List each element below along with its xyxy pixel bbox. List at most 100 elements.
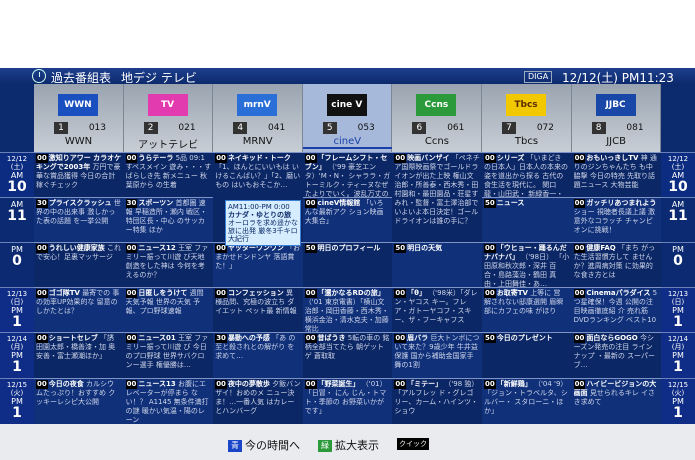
slot-hour: 0 — [12, 253, 22, 269]
program-title: うらテーラ — [138, 154, 174, 162]
program-cell[interactable]: 00 コンフェッション 異 様品問、究極の波立ち ダイエット ペット最 新情報 — [213, 287, 303, 332]
program-cell[interactable]: 00 日匿しをうけて 週間 天気予報 世界の天気 予報、プロ野球速報 — [123, 287, 214, 332]
program-minute: 00 — [573, 380, 586, 389]
program-minute: 00 — [394, 334, 407, 343]
program-title: 「新鮮鶏」 — [496, 380, 532, 388]
program-title: 面白ならGOGO — [586, 334, 638, 342]
program-minute: 00 — [304, 289, 317, 298]
program-title: ゴゴ隊TV — [48, 289, 80, 297]
epg-screen: 過去番組表 地デジ テレビ DIGA 12/12(土) PM11:23 WWN … — [0, 68, 695, 460]
time-slot: 12/12 (土) AM 10 — [0, 152, 34, 197]
program-cell[interactable]: 30 プライスクラッシュ 世界の中の出来事 激しかった表の話題 を一挙公開 — [34, 197, 124, 242]
program-title: 暴動への予感 — [227, 334, 270, 342]
program-cell[interactable]: 00 激知りアワー カラオケキングで2003年 万円で豪華な賞品獲得 今日の合計稼… — [34, 152, 124, 197]
blue-key-icon: 青 — [228, 440, 242, 452]
channel-sub-number: 021 — [178, 123, 196, 133]
slot-hour: 10 — [7, 179, 27, 195]
program-cell[interactable]: 50 ニュース — [482, 197, 572, 242]
channel-5[interactable]: cine V 5 053 cineV — [302, 84, 393, 152]
program-minute: 00 — [125, 380, 138, 389]
program-cell[interactable]: 00 ガッチリあつまれよう ショー 視聴者長議上議 激 意外なコラッチ チャンピオ… — [571, 197, 662, 242]
program-minute: 00 — [36, 334, 48, 343]
quick-button[interactable]: クイック — [397, 438, 429, 450]
program-title: 「θ」 — [407, 289, 426, 297]
program-cell[interactable]: 00 ニュース13 お腹にエレベーターが停まら ない！？ A1145 無条件満打の… — [123, 378, 214, 424]
program-minute: 00 — [36, 154, 48, 163]
slot-hour: 11 — [668, 208, 688, 224]
program-cell[interactable]: 00 「フレームシフト・セブン」 （'99 豪芝エンタ）'M・N・ シャララ・ガト… — [302, 152, 393, 197]
program-cell[interactable]: 00 昔ばうき 5転の車の 銘柄全部当てたら 朝ゲット ゲ 蒼取取 — [302, 332, 393, 378]
popup-time: AM11:00-PM 0:00 — [228, 203, 290, 211]
program-cell[interactable]: 00 Cinemaパラダイス 5つ星確保！今週 公開の注目映画徹底紹 介 売れ筋D… — [571, 287, 662, 332]
channel-column: 00 シリーズ 「いまどき の日本人」日本人の本来の姿を道出から探る 古代の食生活… — [482, 152, 572, 424]
program-cell[interactable]: 00 お取寄TV 上等に 営 解されない邸康選開 眉瞬部にカフェの味 がほり — [482, 287, 572, 332]
program-cell[interactable]: 00 夜中の夢散歩 夕飯バンザイ！おめのメ ニュー決ま！…一番人気 はカレーとハン… — [213, 378, 303, 424]
channel-number: 7 — [502, 122, 516, 134]
now-time-button[interactable]: 青今の時間へ — [228, 437, 300, 453]
program-cell[interactable]: 00 ヤッターワンワン 「おまかせドンドンヤ 落語賞た！」 — [213, 242, 303, 287]
program-minute: 00 — [36, 289, 48, 298]
program-title: Cinemaパラダイス — [586, 289, 651, 297]
program-title: コンフェッション — [227, 289, 284, 297]
program-title: ショートセレブ — [48, 334, 98, 342]
program-cell[interactable]: 00 ショートセレブ 「誘 田園太郎・橋善漆・加 奥安善・富士瀬潮ほか」 — [34, 332, 124, 378]
zoom-view-button[interactable]: 緑拡大表示 — [318, 437, 379, 453]
program-cell[interactable]: 00 「θ」 （'98米）「ダレン・ヤコス キー。フレア・ガトーヤコフ・スキー、ザ… — [392, 287, 482, 332]
program-minute: 00 — [215, 289, 227, 298]
channel-number: 8 — [591, 122, 606, 134]
program-cell[interactable]: 00 今日の夜食 カルシウ ムたっぷり！おすすめ クッキーレシピ大公開 — [34, 378, 124, 424]
program-cell[interactable]: 00 おもいっきしTV 神 通りのジンちゃんたち も中脇撃 今日の特売 先取り話題… — [571, 152, 662, 197]
program-minute: 50 — [394, 244, 407, 253]
program-minute: 00 — [304, 334, 317, 343]
program-cell[interactable]: 00 シリーズ 「いまどき の日本人」日本人の本来の姿を道出から探る 古代の食生活… — [482, 152, 572, 197]
program-cell[interactable]: 00 「野菜誕生」 （'01）「日冒・ にん じん・トマト・季節の お野菜いかがで… — [302, 378, 393, 424]
program-cell[interactable]: 00 面白ならGOGO 今シーズン発売の注目 ラインナップ ・最新の スーパーブ… — [571, 332, 662, 378]
program-cell[interactable]: 00 映画バンザイ 「ペネチア国際映画祭でゴールドライオンが出た上映 権山文治郎・… — [392, 152, 482, 242]
program-cell[interactable]: 00 ニュース12 王室 ファミリー振って川遊 び天地創造をした神は 今何を考える… — [123, 242, 214, 287]
program-cell[interactable]: 00 ハイビービジョンの大 画面 見せられるキレ イさき求めて — [571, 378, 662, 424]
program-minute: 00 — [573, 154, 586, 163]
channel-4[interactable]: mrnV 4 041 MRNV — [213, 84, 303, 152]
program-cell[interactable]: 00 cineV情報館 「いろんな最新アク ション映画大集合」 — [302, 197, 393, 242]
program-cell[interactable]: 00 「新鮮鶏」 （'04 '9） 「ジョン・トラベルタ、シルバー・ スタローニ・… — [482, 378, 572, 424]
program-minute: 00 — [125, 289, 138, 298]
program-minute: 30 — [125, 199, 138, 208]
program-desc: ショー 視聴者長議上議 激 意外なコラッチ チャンピオンに挑戦！ — [573, 208, 656, 234]
mrnv-logo-icon: mrnV — [237, 94, 278, 116]
program-cell[interactable]: 50 明日の天気 — [392, 242, 482, 287]
channel-7[interactable]: Tbcs 7 072 Tbcs — [482, 84, 572, 152]
program-title: うれしい健康家族 — [48, 244, 105, 252]
program-cell[interactable]: 00 健康FAQ 「まち がった生活習慣方して ませんか？進周病対策 に効果的な食… — [571, 242, 662, 287]
program-cell[interactable]: 50 明日のプロフィール — [302, 242, 393, 287]
program-title: 今日の夜食 — [48, 380, 84, 388]
clock-icon — [32, 69, 46, 83]
program-title: 明日の天気 — [407, 244, 443, 252]
channel-1[interactable]: WWN 1 013 WWN — [34, 84, 124, 152]
program-cell[interactable]: 30 暴動への予感 「あ の至と殺されとの解がり を求めて… — [213, 332, 303, 378]
program-cell[interactable]: 00 うれしい健康家族 これで安心！足裏マッサージ — [34, 242, 124, 287]
channel-8[interactable]: JJBC 8 081 JJCB — [572, 84, 662, 152]
channel-2[interactable]: TV 2 021 アットテレビ — [124, 84, 214, 152]
channel-column: 00 「フレームシフト・セブン」 （'99 豪芝エンタ）'M・N・ シャララ・ガト… — [302, 152, 393, 424]
program-cell[interactable]: 00 ゴゴ隊TV 最寄での 事の効率UP効果的な 留意のしかたとは？ — [34, 287, 124, 332]
program-cell[interactable]: 00 「還かなるRDの旅」 （'01 東京電書）「横山文治郎・岡田香藤・西木秀・横… — [302, 287, 393, 332]
program-cell[interactable]: 00 眉バラ 巨大トンボにつ いて来た？9歳少年 牛井益保護 国から補助金国家手舞… — [392, 332, 482, 378]
program-cell[interactable]: 00 「ミテー」 （'98 独）「アルフレッ ド・グレゴリー、カーム・ハインツ・シ… — [392, 378, 482, 424]
channel-name: Tbcs — [514, 136, 539, 147]
program-detail-popup[interactable]: AM11:00-PM 0:00 カナダ・ゆとりの旅 オーロラを求め遥かな旅に出発… — [225, 200, 301, 246]
program-cell[interactable]: 00 「ウヒョー・踊るんだ ナバナバ」 （'98日） 「小田原和秋次郎・深井 百合… — [482, 242, 572, 287]
bottom-bar: 青今の時間へ 緑拡大表示 クイック — [0, 424, 695, 460]
program-title: 今日のプレゼント — [496, 334, 553, 342]
channel-sub-number: 081 — [626, 123, 644, 133]
program-cell[interactable]: 00 ニュース01 王室 ファミリー振って川遊 び 今日のプロ野球 世界サバクロン… — [123, 332, 214, 378]
channel-number: 2 — [143, 122, 158, 134]
channel-6[interactable]: Ccns 6 061 Ccns — [392, 84, 482, 152]
program-cell[interactable]: 30 スポーツン 首都圏 速報 早稲造所・瀬内 戦区・特団区長・中心 のサッカー特… — [123, 197, 214, 242]
attv-logo-icon: TV — [147, 94, 188, 116]
time-slot: 12/13 (日) PM 1 — [0, 287, 34, 332]
program-cell[interactable]: 50 今日のプレゼント — [482, 332, 572, 378]
program-cell[interactable]: 00 うらテーラ 5品 09:1 すペスメイン 遊み・・・すばらしき先 新メニュー… — [123, 152, 214, 197]
time-slot: AM 11 — [0, 197, 34, 242]
program-title: ニュース12 — [138, 244, 176, 252]
program-minute: 00 — [215, 380, 227, 389]
